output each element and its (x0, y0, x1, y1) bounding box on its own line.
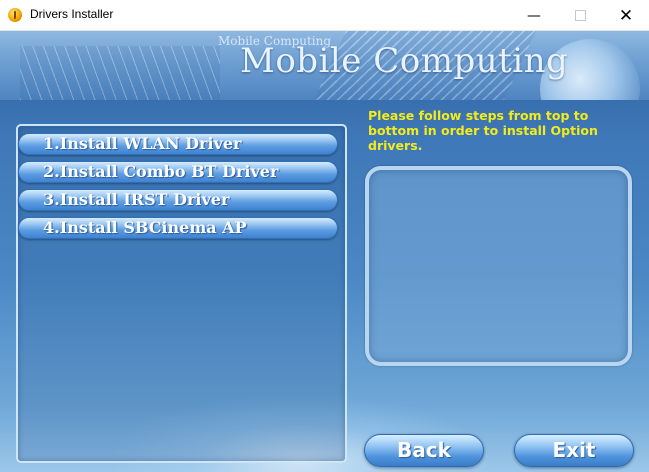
maximize-button (557, 0, 603, 31)
banner: Mobile Computing Mobile Computing (0, 31, 649, 100)
installer-content: Mobile Computing Mobile Computing 1.Inst… (0, 31, 649, 472)
driver-info-box (365, 166, 632, 366)
install-combo-bt-driver-button[interactable]: 2.Install Combo BT Driver (18, 161, 338, 183)
app-warning-icon (8, 8, 22, 22)
install-sbcinema-ap-button[interactable]: 4.Install SBCinema AP (18, 217, 338, 239)
maximize-icon (574, 10, 586, 21)
title-bar: Drivers Installer — ✕ (0, 0, 649, 31)
banner-title: Mobile Computing (240, 41, 569, 81)
exit-button[interactable]: Exit (514, 434, 634, 467)
install-irst-driver-button[interactable]: 3.Install IRST Driver (18, 189, 338, 211)
install-wlan-driver-button[interactable]: 1.Install WLAN Driver (18, 133, 338, 155)
close-icon: ✕ (618, 5, 634, 26)
window-title: Drivers Installer (30, 7, 114, 21)
instructions-text: Please follow steps from top to bottom i… (368, 108, 598, 153)
minimize-button[interactable]: — (511, 0, 557, 31)
banner-building-graphic (20, 46, 220, 100)
back-button[interactable]: Back (364, 434, 484, 467)
close-button[interactable]: ✕ (603, 0, 649, 31)
minimize-icon: — (527, 7, 541, 24)
